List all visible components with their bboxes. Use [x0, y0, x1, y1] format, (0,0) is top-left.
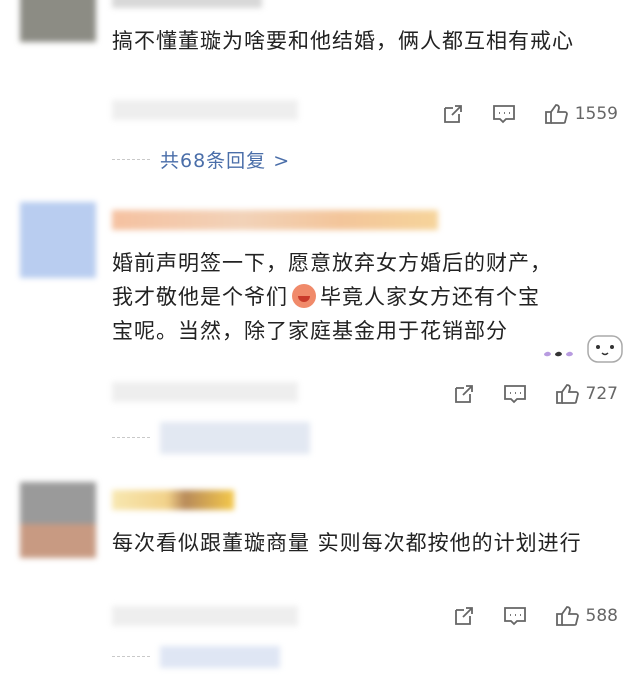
username-blurred[interactable] — [112, 490, 234, 510]
view-replies-blurred[interactable] — [160, 422, 310, 454]
comment-text: 搞不懂董璇为啥要和他结婚，俩人都互相有戒心 — [112, 29, 574, 53]
comment-actions: 1559 — [441, 102, 618, 126]
view-replies-blurred[interactable] — [160, 646, 280, 668]
comment-icon — [502, 382, 528, 406]
like-count: 727 — [585, 384, 618, 404]
share-button[interactable] — [452, 604, 476, 628]
share-icon — [452, 604, 476, 628]
divider — [112, 437, 150, 439]
share-button[interactable] — [452, 382, 476, 406]
like-button[interactable]: 727 — [554, 382, 618, 406]
username-blurred[interactable] — [112, 0, 262, 8]
reply-summary: 共68条回复 > — [112, 146, 290, 173]
timestamp-blurred — [112, 382, 298, 402]
like-button[interactable]: 588 — [554, 604, 618, 628]
laughing-emoji-icon — [292, 284, 316, 308]
share-button[interactable] — [441, 102, 465, 126]
comment-button[interactable] — [502, 604, 528, 628]
comment-text: 每次看似跟董璇商量 实则每次都按他的计划进行 — [112, 531, 582, 555]
like-count: 1559 — [574, 104, 618, 124]
timestamp-blurred — [112, 606, 298, 626]
comment-button[interactable] — [491, 102, 517, 126]
reply-summary — [112, 646, 280, 668]
comment-icon — [502, 604, 528, 628]
reply-summary — [112, 422, 310, 454]
sticker-icon — [540, 330, 626, 366]
comment-icon — [491, 102, 517, 126]
avatar[interactable] — [20, 482, 96, 558]
comment-actions: 727 — [452, 382, 618, 406]
username-blurred[interactable] — [112, 210, 438, 230]
like-count: 588 — [585, 606, 618, 626]
timestamp-blurred — [112, 100, 298, 120]
share-icon — [452, 382, 476, 406]
thumbs-up-icon — [543, 102, 569, 126]
comment-button[interactable] — [502, 382, 528, 406]
view-replies-link[interactable]: 共68条回复 > — [160, 146, 290, 173]
comment-text: 婚前声明签一下，愿意放弃女方婚后的财产， 我才敬他是个爷们 毕竟人家女方还有个宝 … — [112, 251, 552, 343]
avatar[interactable] — [20, 0, 96, 42]
share-icon — [441, 102, 465, 126]
thumbs-up-icon — [554, 604, 580, 628]
avatar[interactable] — [20, 202, 96, 278]
divider — [112, 656, 150, 658]
divider — [112, 158, 150, 161]
like-button[interactable]: 1559 — [543, 102, 618, 126]
comment-actions: 588 — [452, 604, 618, 628]
thumbs-up-icon — [554, 382, 580, 406]
